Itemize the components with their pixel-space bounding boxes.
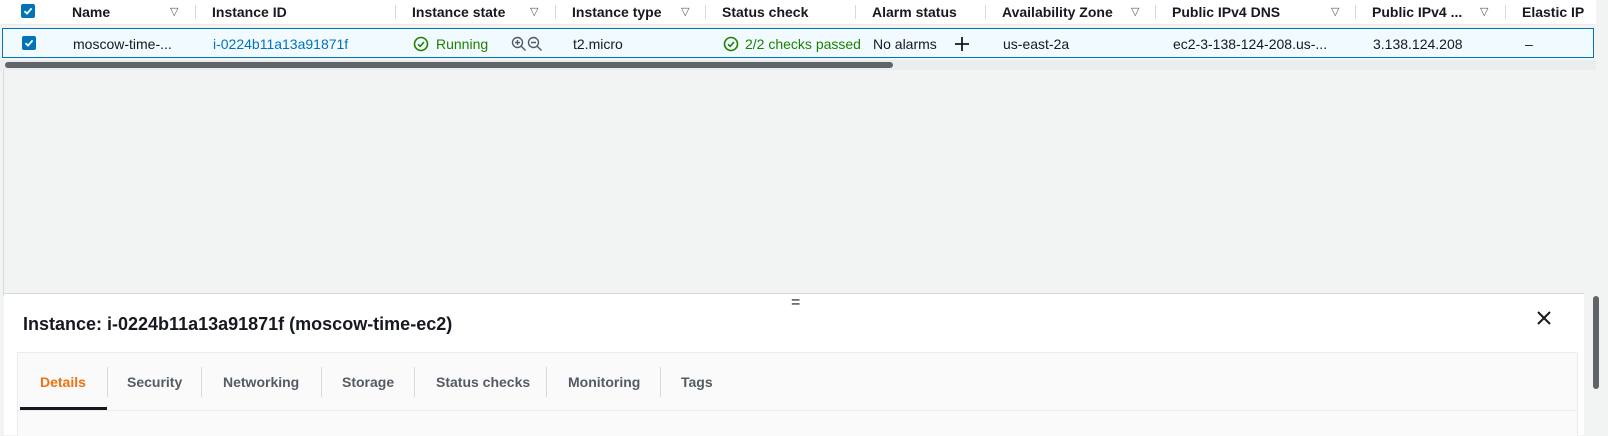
tab-networking[interactable]: Networking [223, 367, 299, 397]
column-header-elastic-ip[interactable]: Elastic IP [1522, 0, 1584, 24]
tab-storage[interactable]: Storage [342, 367, 394, 397]
column-resizer[interactable] [1505, 5, 1506, 19]
plus-icon[interactable] [954, 36, 970, 52]
status-check-label: 2/2 checks passed [745, 36, 861, 52]
tab-separator [107, 367, 108, 397]
column-resizer[interactable] [1155, 5, 1156, 19]
column-header-status-check[interactable]: Status check [722, 0, 808, 24]
checkbox-checked-icon [24, 39, 34, 47]
vertical-scrollbar[interactable] [1593, 296, 1599, 389]
column-header-public-dns[interactable]: Public IPv4 DNS [1172, 0, 1280, 24]
column-resizer[interactable] [985, 5, 986, 19]
select-all-checkbox[interactable] [21, 4, 35, 18]
close-icon[interactable] [1534, 308, 1554, 328]
resize-drag-handle[interactable]: = [791, 295, 800, 311]
cell-public-dns: ec2-3-138-124-208.us-... [1173, 36, 1328, 52]
sort-icon[interactable]: ▽ [530, 0, 538, 24]
sort-icon[interactable]: ▽ [170, 0, 178, 24]
checkbox-checked-icon [23, 7, 33, 15]
instance-id-link[interactable]: i-0224b11a13a91871f [213, 29, 348, 59]
instance-detail-panel: Instance: i-0224b11a13a91871f (moscow-ti… [4, 293, 1584, 436]
column-resizer[interactable] [1355, 5, 1356, 19]
check-circle-icon [413, 36, 429, 52]
cell-name: moscow-time-... [73, 36, 172, 52]
table-header: Name ▽ Instance ID Instance state ▽ Inst… [0, 0, 1596, 25]
tab-tags[interactable]: Tags [681, 367, 713, 397]
column-header-availability-zone[interactable]: Availability Zone [1002, 0, 1113, 24]
table-row[interactable]: moscow-time-... i-0224b11a13a91871f Runn… [2, 28, 1594, 58]
tab-monitoring[interactable]: Monitoring [568, 367, 640, 397]
cell-availability-zone: us-east-2a [1003, 36, 1070, 52]
tabs-container: Details Security Networking Storage Stat… [17, 352, 1578, 436]
zoom-in-icon[interactable] [511, 36, 527, 52]
column-header-name[interactable]: Name [72, 0, 110, 24]
column-header-instance-state[interactable]: Instance state [412, 0, 505, 24]
tab-separator [660, 367, 661, 397]
instances-table: Name ▽ Instance ID Instance state ▽ Inst… [0, 0, 1608, 296]
column-header-public-ip[interactable]: Public IPv4 ... [1372, 0, 1462, 24]
column-resizer[interactable] [195, 5, 196, 19]
cell-public-ip: 3.138.124.208 [1373, 36, 1463, 52]
cell-alarm-status: No alarms [873, 36, 937, 52]
column-resizer[interactable] [555, 5, 556, 19]
divider [3, 70, 4, 296]
tab-separator [201, 367, 202, 397]
cell-instance-type: t2.micro [573, 36, 623, 52]
tab-status-checks[interactable]: Status checks [436, 367, 530, 397]
tab-details[interactable]: Details [40, 367, 86, 397]
column-header-alarm-status[interactable]: Alarm status [872, 0, 957, 24]
column-header-instance-type[interactable]: Instance type [572, 0, 661, 24]
column-header-instance-id[interactable]: Instance ID [212, 0, 287, 24]
active-tab-indicator [20, 407, 107, 410]
tab-separator [414, 367, 415, 397]
sort-icon[interactable]: ▽ [681, 0, 689, 24]
column-resizer[interactable] [395, 5, 396, 19]
tab-bar: Details Security Networking Storage Stat… [18, 353, 1577, 411]
horizontal-scrollbar[interactable] [5, 62, 893, 68]
tab-separator [546, 367, 547, 397]
tab-security[interactable]: Security [127, 367, 182, 397]
row-checkbox[interactable] [22, 36, 36, 50]
cell-elastic-ip: – [1525, 36, 1533, 52]
sort-icon[interactable]: ▽ [1480, 0, 1488, 24]
zoom-out-icon[interactable] [527, 36, 543, 52]
panel-title: Instance: i-0224b11a13a91871f (moscow-ti… [23, 314, 453, 334]
sort-icon[interactable]: ▽ [1331, 0, 1339, 24]
cell-status-check[interactable]: 2/2 checks passed [723, 29, 861, 59]
tab-separator [321, 367, 322, 397]
state-label: Running [436, 36, 489, 52]
sort-icon[interactable]: ▽ [1131, 0, 1139, 24]
column-resizer[interactable] [855, 5, 856, 19]
check-circle-icon [723, 36, 739, 52]
cell-instance-state: Running [413, 29, 488, 59]
column-resizer[interactable] [705, 5, 706, 19]
